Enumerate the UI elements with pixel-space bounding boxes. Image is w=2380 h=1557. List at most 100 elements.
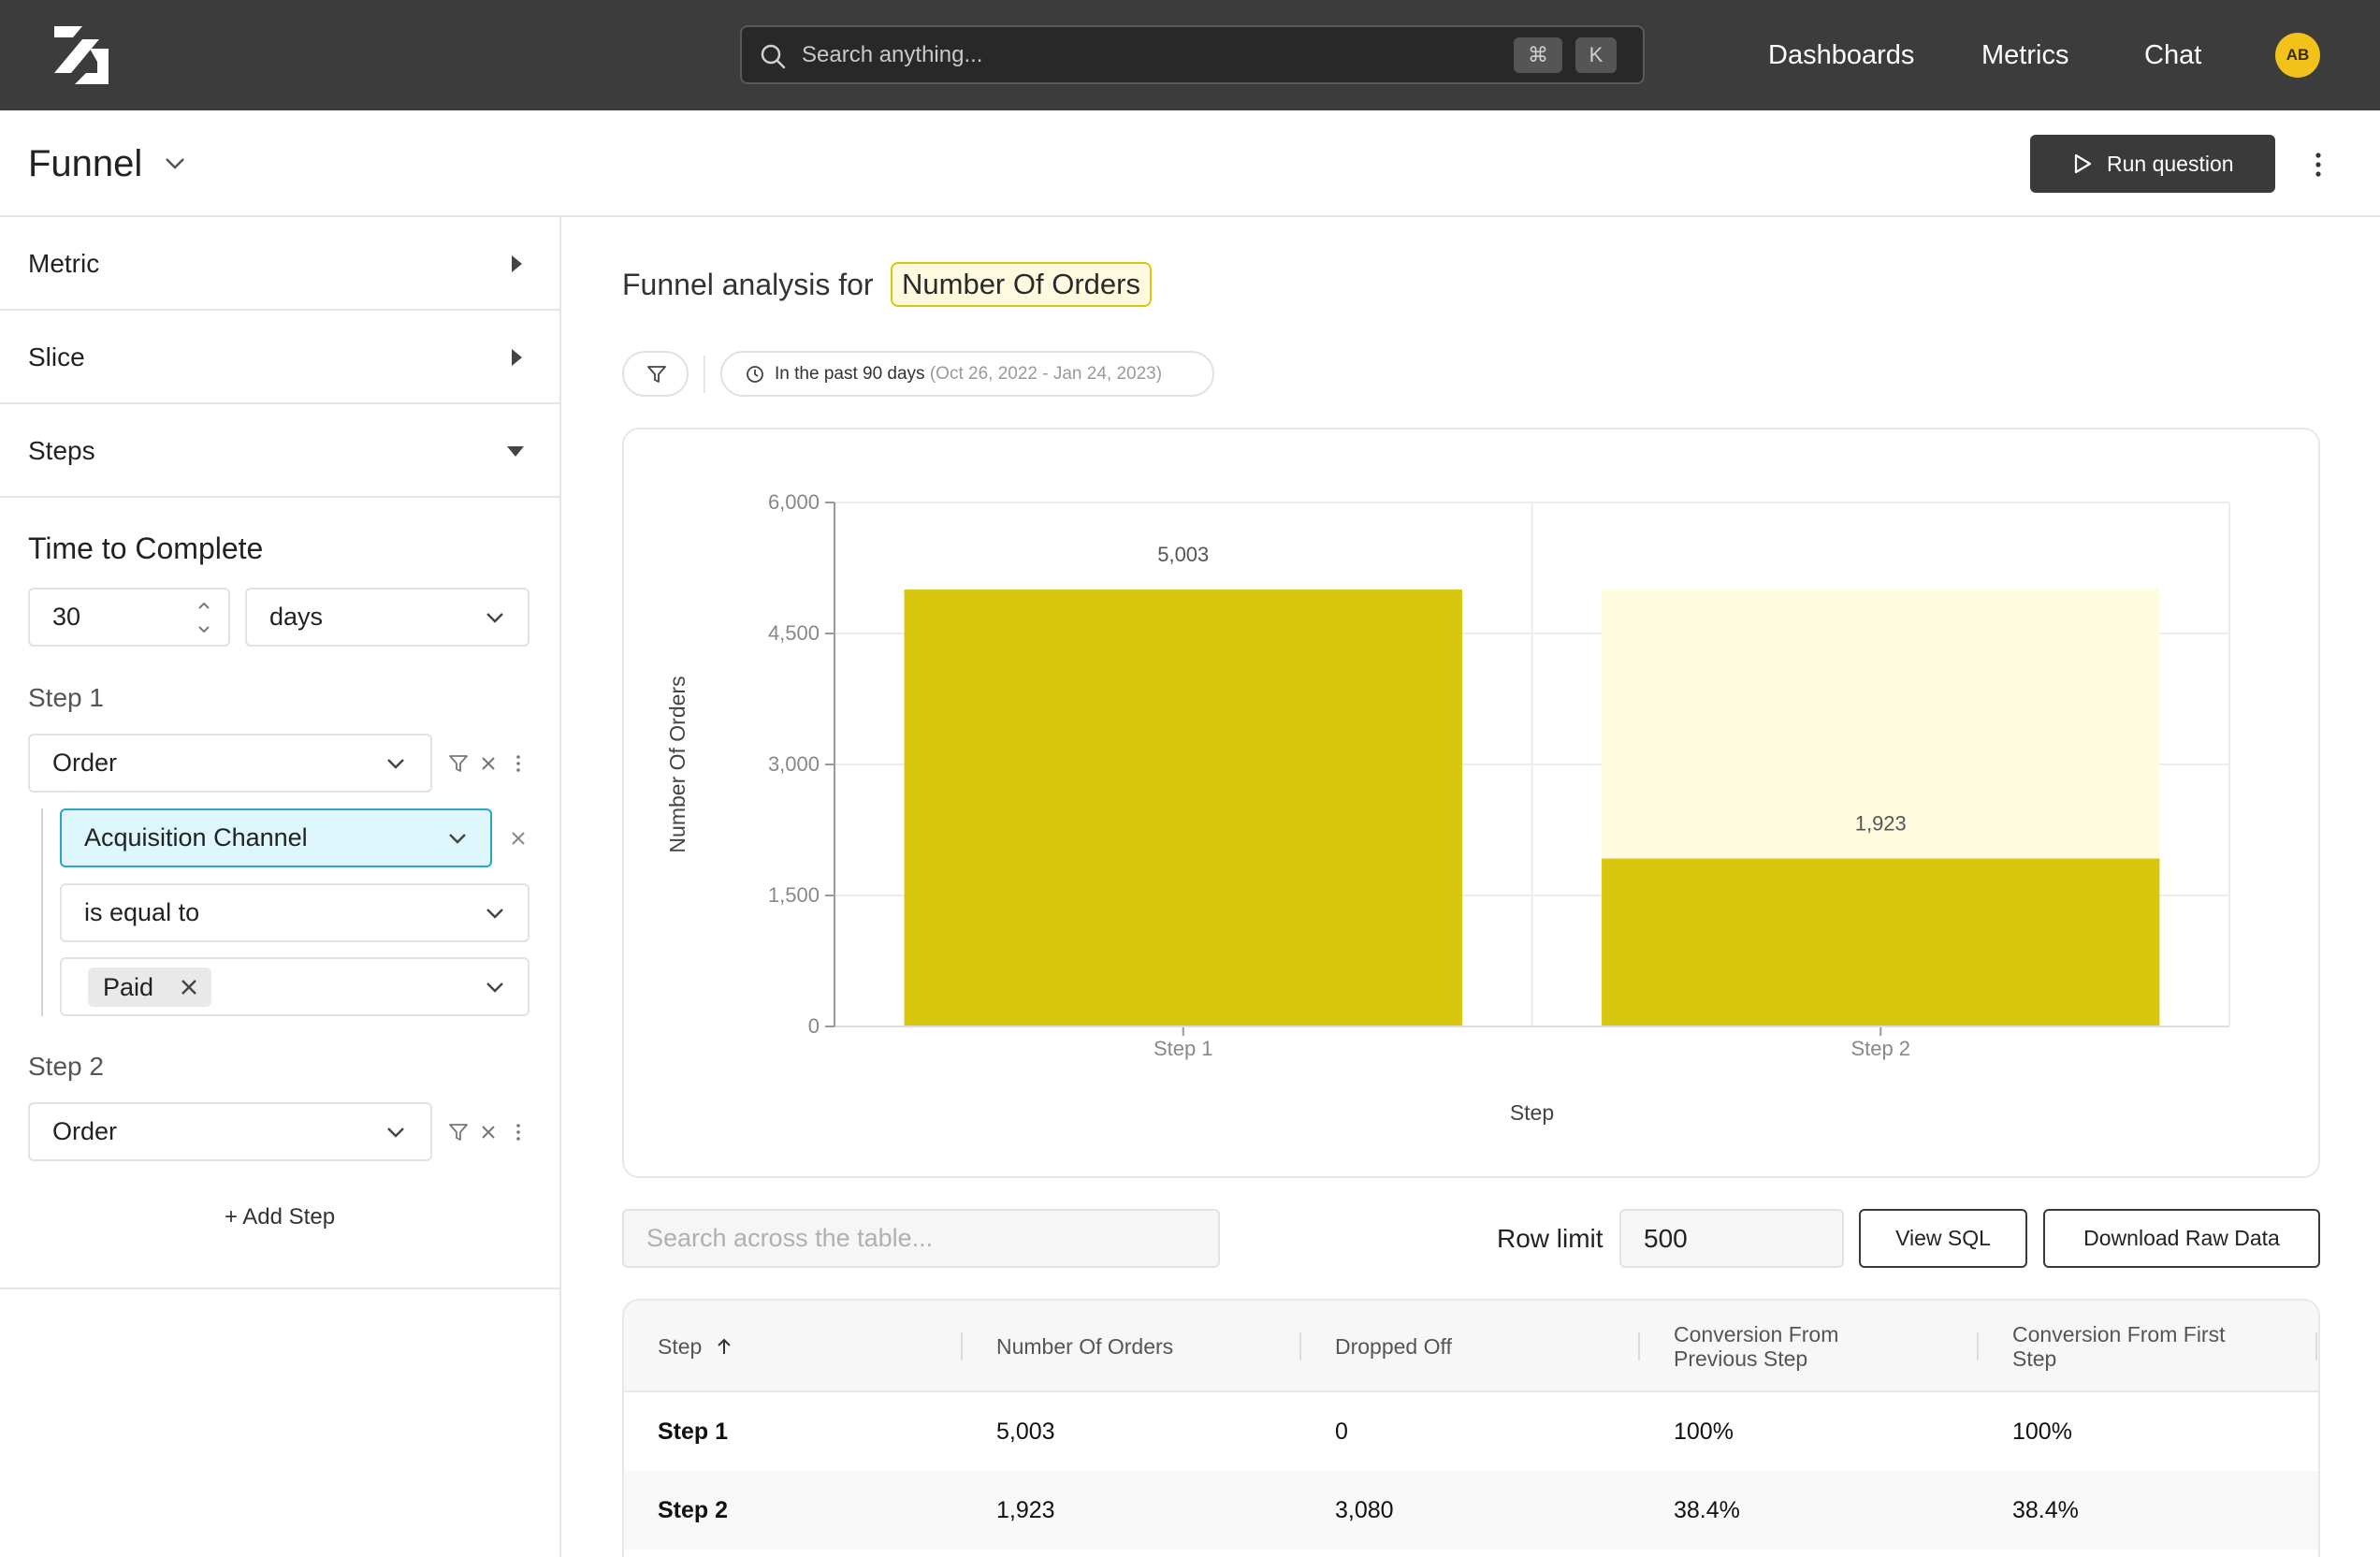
filter-icon — [647, 366, 666, 383]
avatar[interactable]: AB — [2275, 33, 2320, 78]
step-1-event-select[interactable]: Order — [28, 734, 432, 793]
chevron-down-icon — [387, 1128, 404, 1138]
step-1-event-value: Order — [52, 749, 118, 777]
y-tick-label: 6,000 — [768, 490, 820, 514]
section-metric[interactable]: Metric — [0, 217, 559, 311]
column-header-step[interactable]: Step — [658, 1301, 733, 1392]
filter-operator-value: is equal to — [84, 898, 200, 926]
nav-dashboards[interactable]: Dashboards — [1768, 0, 1914, 110]
logo-icon[interactable] — [54, 26, 109, 84]
time-to-complete-input[interactable]: 30 — [28, 588, 230, 647]
results-table: Step Number Of Orders Dropped Off Conver… — [622, 1299, 2320, 1557]
more-options-icon[interactable] — [2307, 146, 2329, 183]
caret-right-icon — [512, 255, 522, 272]
column-header-conversion-previous[interactable]: Conversion From Previous Step — [1674, 1301, 1879, 1392]
search-placeholder: Search anything... — [802, 42, 983, 67]
close-icon[interactable] — [478, 753, 499, 774]
chevron-down-icon — [486, 909, 503, 919]
row-limit-value: 500 — [1644, 1224, 1688, 1253]
table-cell: 100% — [1674, 1419, 1734, 1445]
sidebar: Metric Slice Steps Time to Complete 30 d… — [0, 217, 561, 1557]
section-steps[interactable]: Steps — [0, 404, 559, 498]
page-title[interactable]: Funnel — [28, 110, 142, 217]
add-filter-button[interactable] — [622, 351, 689, 397]
y-axis-label: Number Of Orders — [665, 676, 689, 852]
row-limit-label: Row limit — [1497, 1224, 1604, 1253]
column-separator — [1977, 1332, 1979, 1361]
column-header-dropped-off[interactable]: Dropped Off — [1335, 1301, 1452, 1392]
table-cell: Step 1 — [658, 1419, 729, 1445]
caret-right-icon — [512, 349, 522, 366]
nav-chat[interactable]: Chat — [2144, 0, 2201, 110]
filter-field-select[interactable]: Acquisition Channel — [60, 808, 492, 867]
run-question-button[interactable]: Run question — [2030, 135, 2275, 193]
table-header: Step Number Of Orders Dropped Off Conver… — [624, 1301, 2318, 1392]
bar-converted-2 — [1602, 858, 2160, 1026]
section-slice[interactable]: Slice — [0, 311, 559, 404]
clock-icon — [747, 366, 763, 383]
date-range-filter[interactable]: In the past 90 days (Oct 26, 2022 - Jan … — [720, 351, 1214, 397]
filter-operator-select[interactable]: is equal to — [60, 883, 530, 942]
chart-card: 0 1,500 3,000 4,500 6,000 5,003 Step 1 1,923 Ste… — [622, 428, 2320, 1178]
time-unit-select[interactable]: days — [245, 588, 530, 647]
remove-chip-icon[interactable] — [180, 978, 198, 997]
y-tick-label: 0 — [808, 1014, 820, 1038]
more-options-icon[interactable] — [508, 1122, 529, 1142]
view-sql-button[interactable]: View SQL — [1859, 1209, 2027, 1268]
table-cell: 1,923 — [996, 1497, 1055, 1523]
nav-metrics[interactable]: Metrics — [1981, 0, 2068, 110]
column-header-number-of-orders[interactable]: Number Of Orders — [996, 1301, 1173, 1392]
bar-converted-1 — [904, 589, 1462, 1026]
search-icon — [761, 44, 786, 69]
time-to-complete-value: 30 — [52, 603, 81, 631]
pill-divider — [704, 356, 705, 393]
table-row[interactable]: Step 1 5,003 0 100% 100% — [624, 1392, 2318, 1471]
sort-ascending-icon[interactable] — [715, 1336, 733, 1357]
data-label: 5,003 — [1157, 543, 1209, 566]
x-tick-label: Step 1 — [1154, 1037, 1213, 1060]
close-icon[interactable] — [478, 1122, 499, 1142]
table-search-input[interactable] — [624, 1211, 1218, 1266]
filter-branch-line — [41, 808, 43, 1016]
filter-icon[interactable] — [448, 1122, 469, 1142]
column-header-conversion-first[interactable]: Conversion From First Step — [2012, 1301, 2256, 1392]
filter-icon[interactable] — [448, 753, 469, 774]
table-cell: 38.4% — [1674, 1497, 1740, 1523]
step-2-event-value: Order — [52, 1117, 118, 1145]
chevron-down-icon — [449, 834, 466, 844]
date-filter-text: In the past 90 days (Oct 26, 2022 - Jan … — [775, 353, 1162, 395]
x-axis-label: Step — [1510, 1100, 1554, 1125]
chevron-down-icon[interactable] — [161, 150, 189, 178]
section-steps-label: Steps — [28, 436, 95, 465]
metric-name-tag[interactable]: Number Of Orders — [891, 262, 1152, 307]
stepper-icon[interactable] — [195, 595, 213, 640]
time-unit-value: days — [269, 603, 324, 631]
step-2-event-select[interactable]: Order — [28, 1102, 432, 1161]
download-raw-data-button[interactable]: Download Raw Data — [2043, 1209, 2320, 1268]
time-to-complete-label: Time to Complete — [28, 531, 264, 565]
filter-value-select[interactable]: Paid — [60, 957, 530, 1016]
filter-field-value: Acquisition Channel — [84, 823, 308, 851]
shortcut-k-key: K — [1575, 37, 1617, 73]
table-search[interactable] — [622, 1209, 1220, 1268]
filter-value-chip[interactable]: Paid — [88, 968, 212, 1007]
section-slice-label: Slice — [28, 342, 85, 371]
run-question-label: Run question — [2107, 152, 2234, 176]
top-bar: Search anything... ⌘ K Dashboards Metric… — [0, 0, 2380, 110]
add-step-button[interactable]: + Add Step — [0, 1204, 559, 1230]
table-cell: 38.4% — [2012, 1497, 2079, 1523]
row-limit-input[interactable]: 500 — [1619, 1209, 1844, 1268]
more-options-icon[interactable] — [508, 753, 529, 774]
funnel-bar-chart: 0 1,500 3,000 4,500 6,000 5,003 Step 1 1,923 Ste… — [665, 490, 2230, 1125]
column-separator — [961, 1332, 963, 1361]
data-label: 1,923 — [1855, 812, 1907, 836]
y-tick-label: 3,000 — [768, 752, 820, 776]
shortcut-cmd-key: ⌘ — [1514, 37, 1562, 73]
column-separator — [1299, 1332, 1301, 1361]
global-search[interactable]: Search anything... ⌘ K — [740, 25, 1645, 84]
remove-filter-icon[interactable] — [508, 828, 529, 849]
y-tick-label: 1,500 — [768, 883, 820, 907]
table-row[interactable]: Step 2 1,923 3,080 38.4% 38.4% — [624, 1471, 2318, 1550]
play-icon — [2074, 153, 2092, 174]
step-2-label: Step 2 — [28, 1052, 104, 1081]
